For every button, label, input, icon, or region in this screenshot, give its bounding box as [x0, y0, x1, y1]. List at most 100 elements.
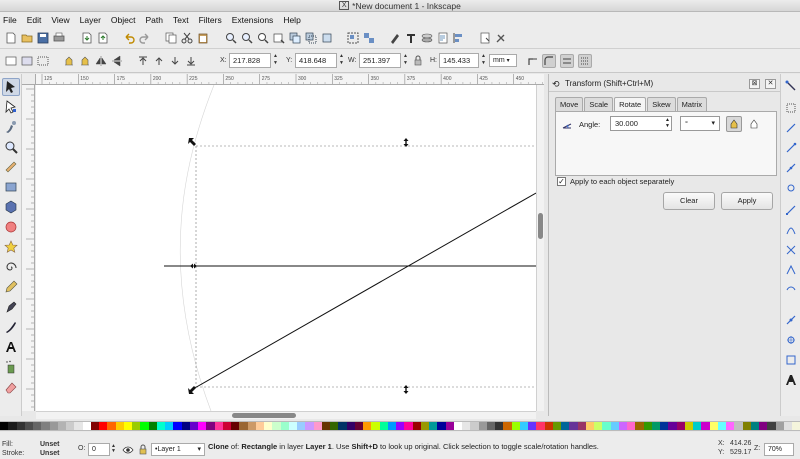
color-swatch[interactable] [503, 422, 512, 430]
eye-icon[interactable] [121, 443, 135, 457]
open-icon[interactable] [20, 31, 34, 45]
cut-icon[interactable] [180, 31, 194, 45]
spray-tool-icon[interactable] [2, 358, 20, 376]
color-swatch[interactable] [330, 422, 339, 430]
redo-icon[interactable] [138, 31, 152, 45]
rectangle-tool-icon[interactable] [2, 178, 20, 196]
menu-edit[interactable]: Edit [27, 15, 42, 25]
stroke-value[interactable]: Unset [40, 450, 59, 457]
snap-text-baseline-icon[interactable] [784, 373, 798, 387]
color-swatch[interactable] [437, 422, 446, 430]
snap-intersections-icon[interactable] [784, 243, 798, 257]
snap-toggle-icon[interactable] [784, 79, 798, 93]
color-swatch[interactable] [693, 422, 702, 430]
measure-tool-icon[interactable] [2, 158, 20, 176]
align-distribute-icon[interactable] [452, 31, 466, 45]
color-swatch[interactable] [594, 422, 603, 430]
select-all-layers-icon[interactable] [20, 54, 34, 68]
menu-file[interactable]: File [3, 15, 17, 25]
color-swatch[interactable] [363, 422, 372, 430]
fill-value[interactable]: Unset [40, 441, 59, 448]
color-swatch[interactable] [726, 422, 735, 430]
copy-icon[interactable] [164, 31, 178, 45]
color-swatch[interactable] [99, 422, 108, 430]
color-swatch[interactable] [478, 422, 487, 430]
apply-button[interactable]: Apply [721, 192, 773, 210]
vertical-scroll-thumb[interactable] [538, 213, 543, 239]
y-stepper[interactable]: ▲ ▼ [338, 53, 345, 68]
color-swatch[interactable] [486, 422, 495, 430]
color-swatch[interactable] [198, 422, 207, 430]
calligraphy-tool-icon[interactable] [2, 318, 20, 336]
color-swatch[interactable] [569, 422, 578, 430]
layers-icon[interactable] [420, 31, 434, 45]
duplicate-icon[interactable] [288, 31, 302, 45]
flip-vertical-icon[interactable] [110, 54, 124, 68]
snap-cusp-icon[interactable] [784, 263, 798, 277]
x-stepper[interactable]: ▲ ▼ [272, 53, 279, 68]
3d-box-tool-icon[interactable] [2, 198, 20, 216]
rotate-clockwise-button[interactable] [746, 116, 762, 132]
eraser-tool-icon[interactable] [2, 378, 20, 396]
color-swatch[interactable] [734, 422, 743, 430]
color-swatch[interactable] [453, 422, 462, 430]
color-swatch[interactable] [495, 422, 504, 430]
color-swatch[interactable] [264, 422, 273, 430]
color-swatch[interactable] [750, 422, 759, 430]
zoom-input[interactable]: 70% [764, 443, 794, 456]
color-swatch[interactable] [544, 422, 553, 430]
color-swatch[interactable] [660, 422, 669, 430]
horizontal-ruler[interactable]: 125 150 175 200 225 250 275 300 325 350 375 400 425 4… [36, 74, 544, 85]
menu-help[interactable]: Help [283, 15, 300, 25]
snap-bbox-corners-icon[interactable] [784, 141, 798, 155]
color-swatch[interactable] [668, 422, 677, 430]
w-input[interactable]: 251.397 [359, 53, 401, 68]
color-swatch[interactable] [255, 422, 264, 430]
import-icon[interactable] [80, 31, 94, 45]
menu-layer[interactable]: Layer [80, 15, 101, 25]
save-icon[interactable] [36, 31, 50, 45]
color-swatch[interactable] [759, 422, 768, 430]
color-swatch[interactable] [420, 422, 429, 430]
snap-object-midpoints-icon[interactable] [784, 313, 798, 327]
color-swatch[interactable] [49, 422, 58, 430]
color-swatch[interactable] [354, 422, 363, 430]
color-swatch[interactable] [0, 422, 9, 430]
snap-bbox-edges-icon[interactable] [784, 121, 798, 135]
zoom-width-icon[interactable] [272, 31, 286, 45]
zoom-selection-icon[interactable] [224, 31, 238, 45]
color-swatch[interactable] [313, 422, 322, 430]
horizontal-scroll-thumb[interactable] [232, 413, 296, 418]
color-swatch[interactable] [536, 422, 545, 430]
color-swatch[interactable] [140, 422, 149, 430]
tab-matrix[interactable]: Matrix [676, 97, 707, 111]
vertical-scrollbar[interactable] [536, 85, 544, 411]
color-swatch[interactable] [528, 422, 537, 430]
color-swatch[interactable] [189, 422, 198, 430]
scale-handle-bottom-mid[interactable] [403, 385, 409, 394]
raise-icon[interactable] [152, 54, 166, 68]
color-swatch[interactable] [627, 422, 636, 430]
opacity-stepper[interactable]: ▲ ▼ [111, 444, 116, 454]
color-swatch[interactable] [651, 422, 660, 430]
tab-scale[interactable]: Scale [584, 97, 614, 111]
color-swatch[interactable] [41, 422, 50, 430]
xml-editor-icon[interactable] [436, 31, 450, 45]
menu-extensions[interactable]: Extensions [232, 15, 274, 25]
rotate-ccw-icon[interactable] [62, 54, 76, 68]
ungroup-icon[interactable] [362, 31, 376, 45]
angle-stepper[interactable]: ▲ ▼ [665, 117, 670, 129]
zoom-tool-icon[interactable] [2, 138, 20, 156]
h-stepper[interactable]: ▲ ▼ [480, 53, 487, 68]
color-swatch[interactable] [709, 422, 718, 430]
color-swatch[interactable] [24, 422, 33, 430]
color-swatch[interactable] [602, 422, 611, 430]
move-patterns-icon[interactable] [578, 54, 592, 68]
color-swatch[interactable] [33, 422, 42, 430]
pencil-tool-icon[interactable] [2, 278, 20, 296]
color-swatch[interactable] [338, 422, 347, 430]
h-input[interactable]: 145.433 [439, 53, 479, 68]
color-swatch[interactable] [792, 422, 800, 430]
color-swatch[interactable] [90, 422, 99, 430]
color-swatch[interactable] [717, 422, 726, 430]
